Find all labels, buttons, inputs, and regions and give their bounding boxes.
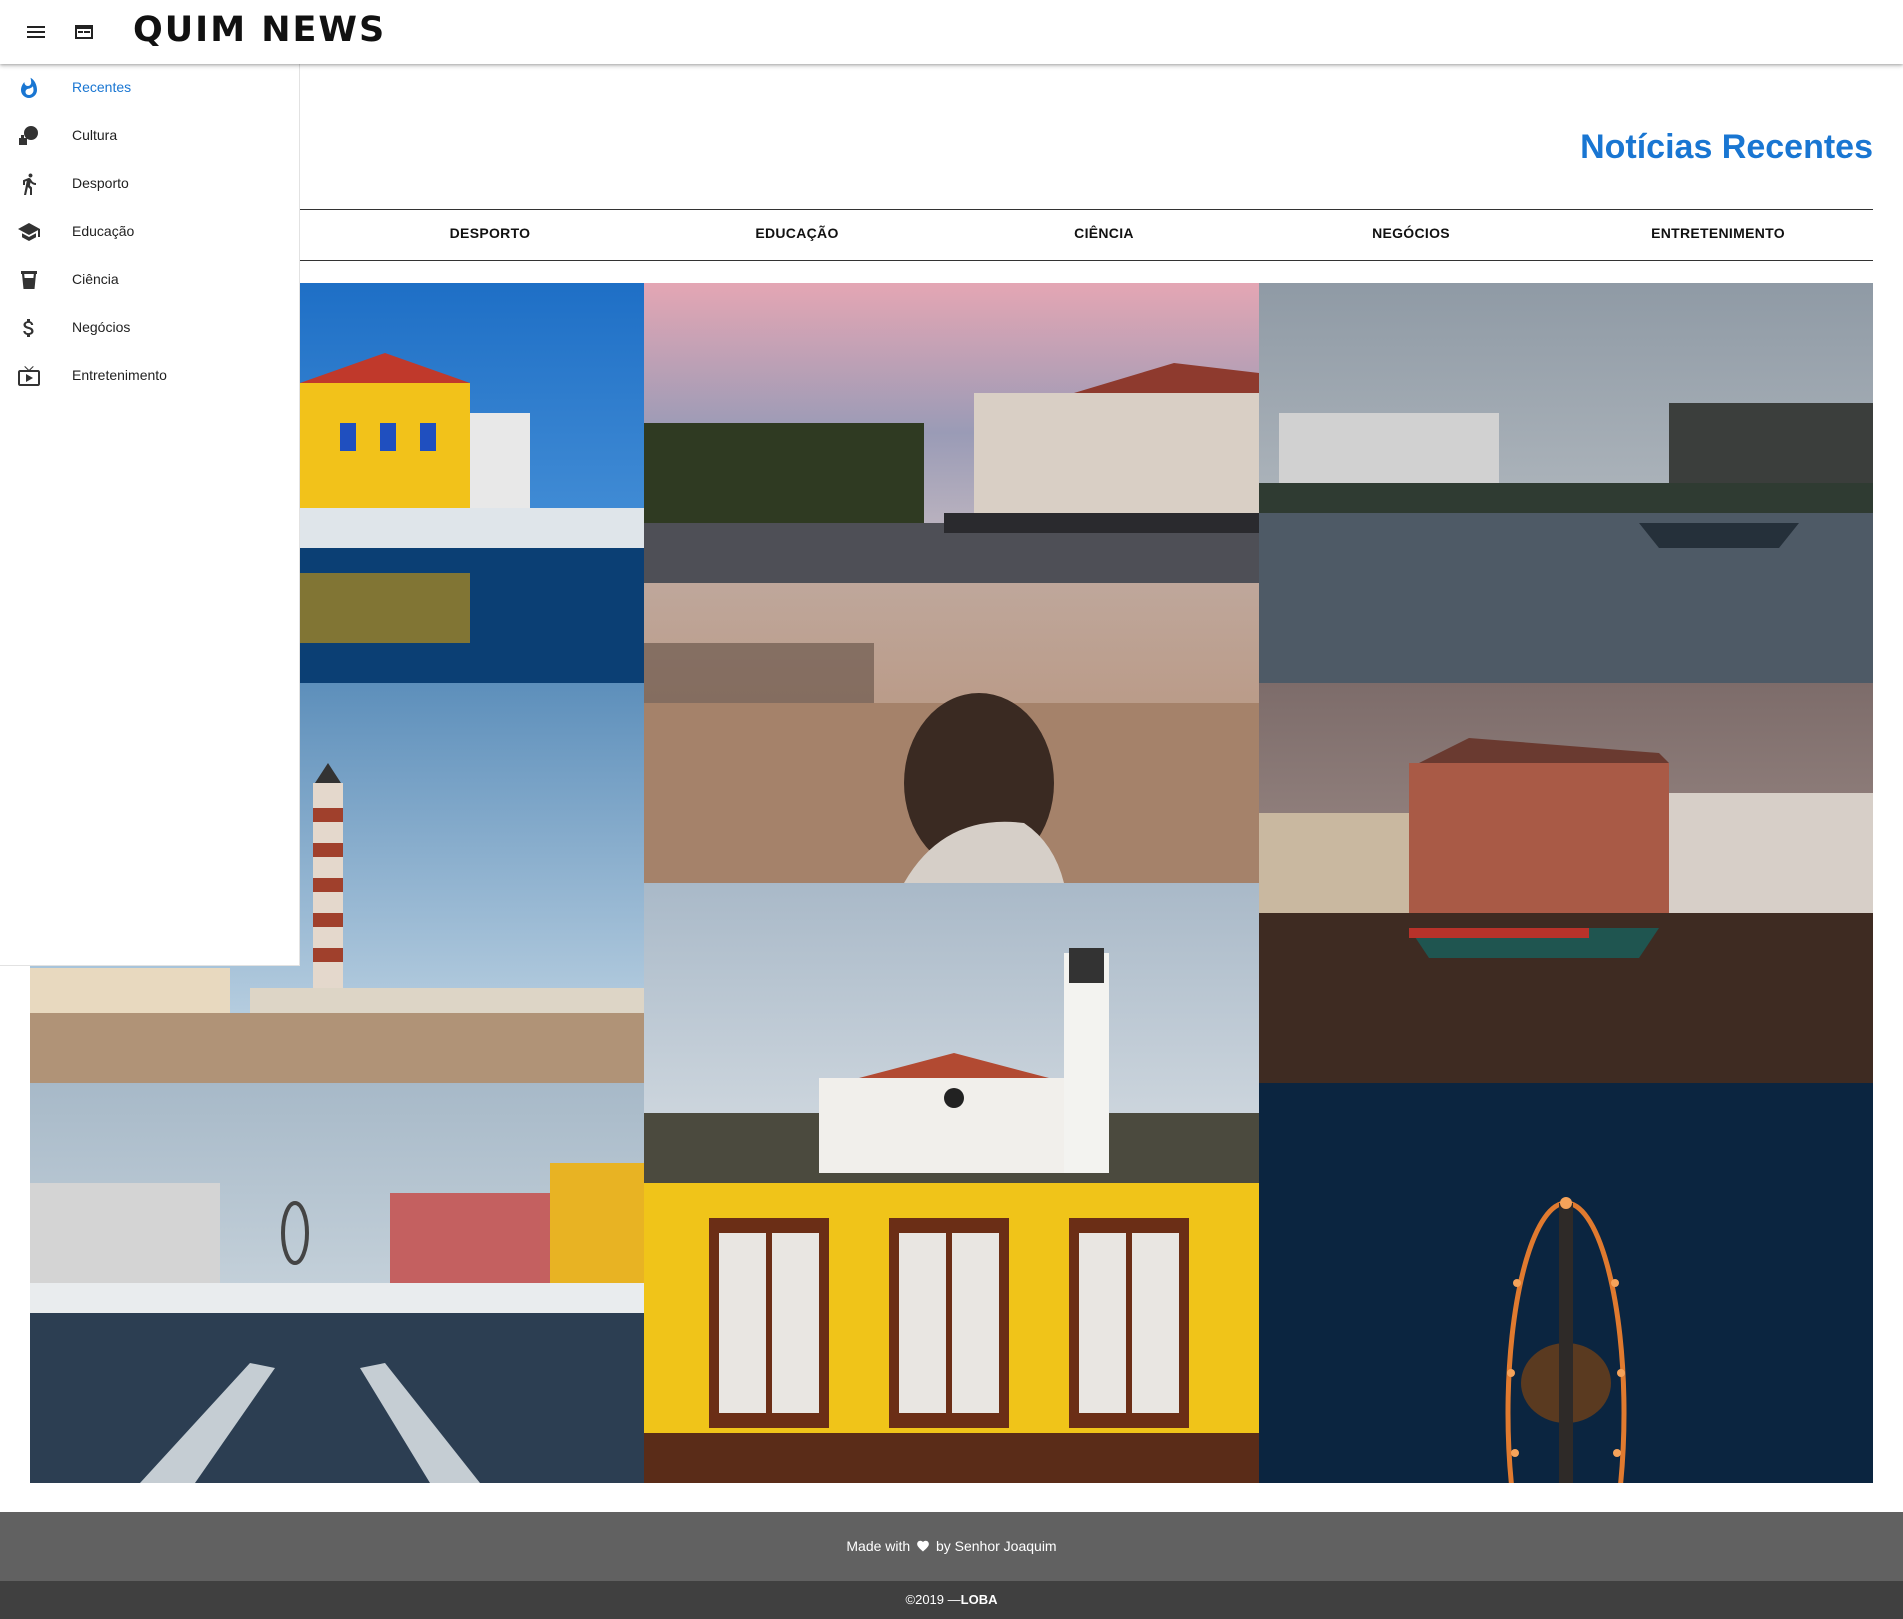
- news-photo[interactable]: [644, 583, 1259, 883]
- web-layout-icon[interactable]: [72, 20, 96, 44]
- category-tabs: DESPORTO EDUCAÇÃO CIÊNCIA NEGÓCIOS ENTRE…: [300, 209, 1873, 261]
- page-title: Notícias Recentes: [1580, 128, 1873, 166]
- dollar-icon: [17, 316, 41, 340]
- sidebar-item-educacao[interactable]: Educação: [0, 208, 299, 256]
- menu-icon[interactable]: [24, 20, 48, 44]
- news-photo[interactable]: [1259, 1083, 1873, 1483]
- sidebar-item-label: Educação: [72, 223, 135, 239]
- author-text: by Senhor Joaquim: [935, 1538, 1057, 1554]
- news-photo[interactable]: [644, 1183, 1259, 1483]
- news-photo[interactable]: [30, 1083, 644, 1483]
- site-logo[interactable]: QUIM NEWS: [133, 10, 386, 50]
- news-photo[interactable]: [644, 283, 1259, 583]
- copyright-text: ©2019 —: [905, 1592, 961, 1607]
- sidebar-item-ciencia[interactable]: Ciência: [0, 256, 299, 304]
- news-photo[interactable]: [1259, 683, 1873, 1083]
- tv-icon: [17, 364, 41, 388]
- theater-icon: [17, 124, 41, 148]
- tab-desporto[interactable]: DESPORTO: [370, 225, 610, 241]
- tab-negocios[interactable]: NEGÓCIOS: [1291, 225, 1531, 241]
- sidebar-item-desporto[interactable]: Desporto: [0, 160, 299, 208]
- made-with-text: Made with: [846, 1538, 911, 1554]
- footer-credits: Made with by Senhor Joaquim: [0, 1512, 1903, 1581]
- navigation-drawer: Recentes Cultura Desporto Educação Ciênc…: [0, 64, 300, 966]
- sidebar-item-recentes[interactable]: Recentes: [0, 64, 299, 112]
- app-bar: QUIM NEWS: [0, 0, 1903, 64]
- sidebar-item-cultura[interactable]: Cultura: [0, 112, 299, 160]
- graduation-cap-icon: [17, 220, 41, 244]
- running-icon: [17, 172, 41, 196]
- flask-icon: [17, 268, 41, 292]
- heart-icon: [916, 1539, 930, 1556]
- sidebar-item-label: Entretenimento: [72, 367, 167, 383]
- sidebar-item-label: Desporto: [72, 175, 129, 191]
- sidebar-item-label: Recentes: [72, 79, 132, 95]
- tab-entretenimento[interactable]: ENTRETENIMENTO: [1598, 225, 1838, 241]
- brand-link[interactable]: LOBA: [961, 1592, 998, 1607]
- news-photo[interactable]: [1259, 283, 1873, 683]
- sidebar-item-label: Ciência: [72, 271, 119, 287]
- tab-educacao[interactable]: EDUCAÇÃO: [677, 225, 917, 241]
- tab-ciencia[interactable]: CIÊNCIA: [984, 225, 1224, 241]
- fire-icon: [17, 76, 41, 100]
- news-photo-grid: [30, 283, 1873, 1483]
- sidebar-item-entretenimento[interactable]: Entretenimento: [0, 352, 299, 400]
- news-photo[interactable]: [644, 883, 1259, 1183]
- sidebar-item-negocios[interactable]: Negócios: [0, 304, 299, 352]
- sidebar-item-label: Negócios: [72, 319, 131, 335]
- footer-copyright: ©2019 —LOBA: [0, 1581, 1903, 1619]
- sidebar-item-label: Cultura: [72, 127, 118, 143]
